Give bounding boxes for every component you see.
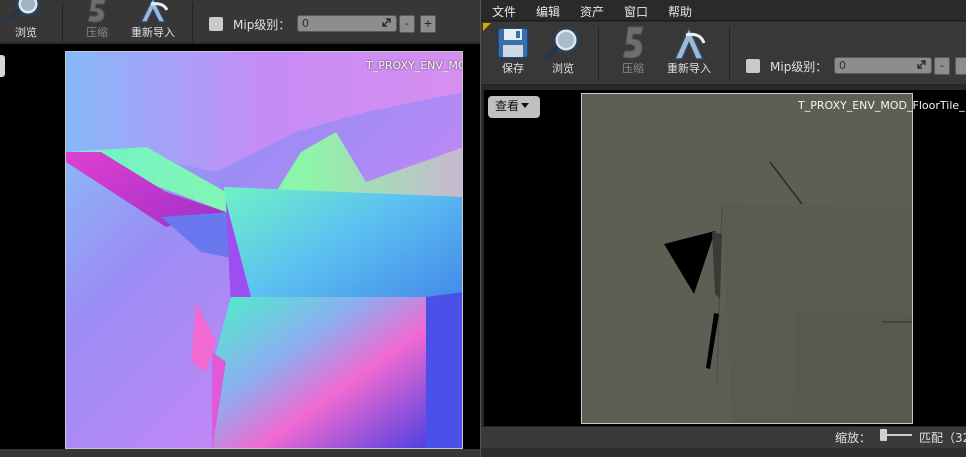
compress-icon — [622, 26, 644, 59]
magnifier-icon — [544, 26, 580, 61]
toolbar-separator — [729, 26, 730, 80]
left-mip-decrement-button[interactable]: - — [399, 15, 415, 33]
toolbar-separator — [192, 2, 193, 42]
reimport-icon — [673, 26, 706, 60]
menu-window[interactable]: 窗口 — [624, 3, 648, 20]
left-reimport-label: 重新导入 — [131, 26, 175, 39]
left-view-menu-button[interactable] — [0, 55, 5, 77]
left-status-bar — [0, 449, 480, 457]
left-texture-name: T_PROXY_ENV_MOD — [366, 59, 462, 72]
chevron-down-icon — [521, 103, 530, 108]
compress-icon — [87, 0, 106, 23]
texture-editor-background-window: 浏览 压缩 重新导入 Mip级别： 0 - + T_PROXY_ENV_M — [0, 0, 480, 457]
normal-map-texture-preview — [65, 51, 463, 449]
mip-input[interactable]: 0 — [834, 57, 932, 74]
resize-arrows-icon — [382, 18, 391, 27]
left-compress-button[interactable]: 压缩 — [67, 0, 127, 44]
menu-asset[interactable]: 资产 — [580, 3, 604, 20]
browse-label: 浏览 — [552, 62, 574, 75]
zoom-slider-thumb[interactable] — [880, 429, 887, 441]
menu-edit[interactable]: 编辑 — [536, 3, 560, 20]
bottom-panel-strip — [481, 448, 966, 457]
left-mip-input[interactable]: 0 — [297, 15, 397, 32]
reimport-button[interactable]: 重新导入 — [659, 22, 719, 82]
mip-label: Mip级别： — [770, 60, 828, 74]
mip-decrement-button[interactable]: - — [934, 57, 950, 75]
left-toolbar: 浏览 压缩 重新导入 Mip级别： 0 - + — [0, 0, 480, 44]
view-menu-dropdown[interactable]: 查看 — [488, 96, 540, 118]
left-mip-label: Mip级别： — [233, 18, 291, 32]
left-compress-label: 压缩 — [86, 26, 108, 39]
reimport-label: 重新导入 — [667, 62, 711, 75]
mip-checkbox[interactable] — [746, 59, 760, 73]
left-browse-button[interactable]: 浏览 — [0, 0, 56, 44]
fit-zoom-label: 匹配（32 — [919, 431, 966, 445]
browse-button[interactable]: 浏览 — [533, 22, 593, 82]
texture-name: T_PROXY_ENV_MOD_FloorTile_ — [798, 99, 965, 112]
window-corner-accent — [483, 23, 491, 31]
resize-arrows-icon — [917, 60, 926, 69]
compress-button[interactable]: 压缩 — [603, 22, 663, 82]
normal-map-image — [66, 52, 462, 448]
left-browse-label: 浏览 — [15, 26, 37, 39]
mip-increment-button[interactable] — [955, 57, 966, 75]
left-mip-increment-button[interactable]: + — [420, 15, 436, 33]
status-bar: 缩放： 匹配（32 — [481, 426, 966, 448]
toolbar-separator — [62, 2, 63, 42]
toolbar: 保存 浏览 压缩 重新导入 Mip级别： 0 - — [481, 22, 966, 86]
mip-value: 0 — [839, 59, 846, 72]
texture-image — [582, 94, 912, 423]
menu-bar: 文件 编辑 资产 窗口 帮助 — [481, 0, 966, 21]
menu-help[interactable]: 帮助 — [668, 3, 692, 20]
texture-preview — [581, 93, 913, 424]
left-mip-checkbox[interactable] — [209, 17, 223, 31]
compress-label: 压缩 — [622, 62, 644, 75]
menu-file[interactable]: 文件 — [492, 3, 516, 20]
reimport-icon — [139, 0, 169, 23]
left-mip-value: 0 — [302, 17, 309, 30]
view-menu-label: 查看 — [495, 99, 520, 113]
toolbar-separator — [598, 26, 599, 80]
save-disk-icon — [497, 27, 529, 59]
magnifier-icon — [6, 0, 41, 20]
zoom-label: 缩放： — [835, 431, 872, 445]
left-reimport-button[interactable]: 重新导入 — [123, 0, 183, 44]
